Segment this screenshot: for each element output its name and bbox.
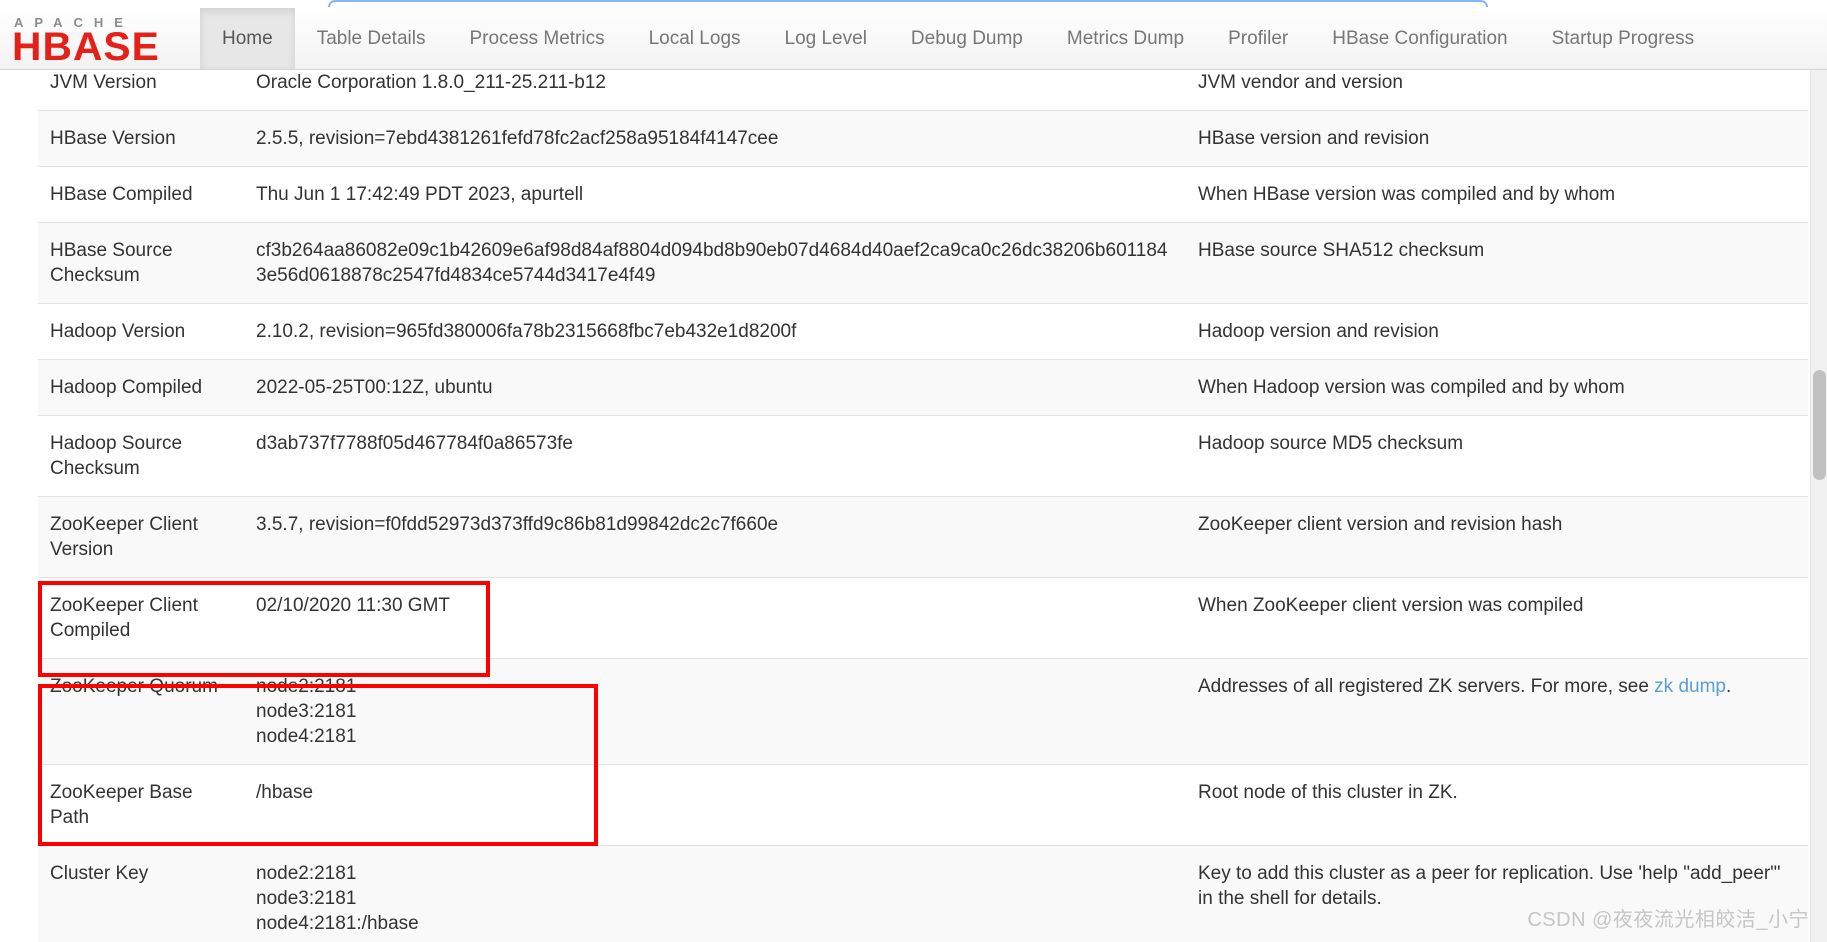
attribute-name: Hadoop Source Checksum [38, 415, 238, 497]
nav-item-metrics-dump[interactable]: Metrics Dump [1045, 8, 1206, 69]
attribute-name: JVM Version [38, 70, 238, 111]
attribute-name: ZooKeeper Client Compiled [38, 577, 238, 659]
attribute-description: When Hadoop version was compiled and by … [1178, 359, 1808, 416]
attribute-description: HBase source SHA512 checksum [1178, 222, 1808, 304]
attribute-value: 2.10.2, revision=965fd380006fa78b2315668… [238, 303, 1178, 360]
browser-chrome-strip [0, 0, 1827, 8]
attribute-value: /hbase [238, 764, 1178, 846]
attribute-name: ZooKeeper Base Path [38, 764, 238, 846]
attribute-value: cf3b264aa86082e09c1b42609e6af98d84af8804… [238, 222, 1178, 304]
attribute-value: 2.5.5, revision=7ebd4381261fefd78fc2acf2… [238, 110, 1178, 167]
nav-item-profiler[interactable]: Profiler [1206, 8, 1310, 69]
nav-item-log-level[interactable]: Log Level [763, 8, 889, 69]
attribute-name: Hadoop Version [38, 303, 238, 360]
attribute-name: HBase Compiled [38, 166, 238, 223]
software-attributes-table: JVM Version Oracle Corporation 1.8.0_211… [38, 70, 1808, 942]
table-row-zookeeper-client-compiled: ZooKeeper Client Compiled 02/10/2020 11:… [38, 577, 1808, 659]
software-attributes-table-wrapper: JVM Version Oracle Corporation 1.8.0_211… [0, 70, 1827, 942]
attribute-name: Hadoop Compiled [38, 359, 238, 416]
attribute-value: node2:2181 node3:2181 node4:2181:/hbase [238, 845, 1178, 942]
svg-text:HBASE: HBASE [12, 23, 160, 65]
page-scrollbar-thumb[interactable] [1813, 370, 1826, 480]
attribute-description: Addresses of all registered ZK servers. … [1178, 658, 1808, 765]
attribute-name: HBase Source Checksum [38, 222, 238, 304]
table-row-hadoop-version: Hadoop Version 2.10.2, revision=965fd380… [38, 303, 1808, 360]
attribute-name: Cluster Key [38, 845, 238, 942]
attribute-value: 2022-05-25T00:12Z, ubuntu [238, 359, 1178, 416]
table-row-zookeeper-quorum: ZooKeeper Quorum node2:2181 node3:2181 n… [38, 658, 1808, 765]
attribute-name: ZooKeeper Client Version [38, 496, 238, 578]
zk-dump-link[interactable]: zk dump [1654, 676, 1726, 697]
nav-item-hbase-configuration[interactable]: HBase Configuration [1310, 8, 1529, 69]
nav-item-local-logs[interactable]: Local Logs [627, 8, 763, 69]
attribute-value: Thu Jun 1 17:42:49 PDT 2023, apurtell [238, 166, 1178, 223]
attribute-description: Hadoop source MD5 checksum [1178, 415, 1808, 497]
browser-active-tab[interactable] [328, 0, 1488, 7]
attribute-description: HBase version and revision [1178, 110, 1808, 167]
csdn-watermark: CSDN @夜夜流光相皎洁_小宁 [1527, 909, 1809, 931]
nav-item-process-metrics[interactable]: Process Metrics [447, 8, 626, 69]
attribute-value: Oracle Corporation 1.8.0_211-25.211-b12 [238, 70, 1178, 111]
attribute-description: When ZooKeeper client version was compil… [1178, 577, 1808, 659]
attribute-description: ZooKeeper client version and revision ha… [1178, 496, 1808, 578]
zk-description-suffix: . [1725, 676, 1732, 697]
nav-item-debug-dump[interactable]: Debug Dump [889, 8, 1045, 69]
page-scrollbar-track[interactable] [1810, 70, 1827, 942]
navbar-links: Home Table Details Process Metrics Local… [200, 8, 1827, 69]
attribute-name: ZooKeeper Quorum [38, 658, 238, 765]
attribute-name: HBase Version [38, 110, 238, 167]
nav-item-startup-progress[interactable]: Startup Progress [1530, 8, 1717, 69]
table-row-hadoop-source-checksum: Hadoop Source Checksum d3ab737f7788f05d4… [38, 415, 1808, 497]
nav-item-table-details[interactable]: Table Details [295, 8, 448, 69]
table-row-hbase-version: HBase Version 2.5.5, revision=7ebd438126… [38, 110, 1808, 167]
apache-hbase-logo-icon: APACHE HBASE [12, 15, 160, 65]
table-row-zookeeper-base-path: ZooKeeper Base Path /hbase Root node of … [38, 764, 1808, 846]
attribute-description: When HBase version was compiled and by w… [1178, 166, 1808, 223]
main-navbar: APACHE HBASE Home Table Details Process … [0, 8, 1827, 70]
attribute-value: node2:2181 node3:2181 node4:2181 [238, 658, 1178, 765]
attribute-description: Hadoop version and revision [1178, 303, 1808, 360]
attribute-value: 02/10/2020 11:30 GMT [238, 577, 1178, 659]
attribute-value: d3ab737f7788f05d467784f0a86573fe [238, 415, 1178, 497]
table-row-hbase-source-checksum: HBase Source Checksum cf3b264aa86082e09c… [38, 222, 1808, 304]
attribute-description: Root node of this cluster in ZK. [1178, 764, 1808, 846]
attribute-value: 3.5.7, revision=f0fdd52973d373ffd9c86b81… [238, 496, 1178, 578]
nav-item-home[interactable]: Home [200, 8, 295, 69]
table-row-hbase-compiled: HBase Compiled Thu Jun 1 17:42:49 PDT 20… [38, 166, 1808, 223]
hbase-logo[interactable]: APACHE HBASE [0, 8, 200, 69]
hbase-master-home-page: APACHE HBASE Home Table Details Process … [0, 0, 1827, 942]
table-row-zookeeper-client-version: ZooKeeper Client Version 3.5.7, revision… [38, 496, 1808, 578]
zk-description-prefix: Addresses of all registered ZK servers. … [1198, 676, 1655, 697]
attribute-description: JVM vendor and version [1178, 70, 1808, 111]
table-row-hadoop-compiled: Hadoop Compiled 2022-05-25T00:12Z, ubunt… [38, 359, 1808, 416]
attributes-table-body: JVM Version Oracle Corporation 1.8.0_211… [38, 70, 1808, 942]
table-row-jvm-version: JVM Version Oracle Corporation 1.8.0_211… [38, 70, 1808, 111]
